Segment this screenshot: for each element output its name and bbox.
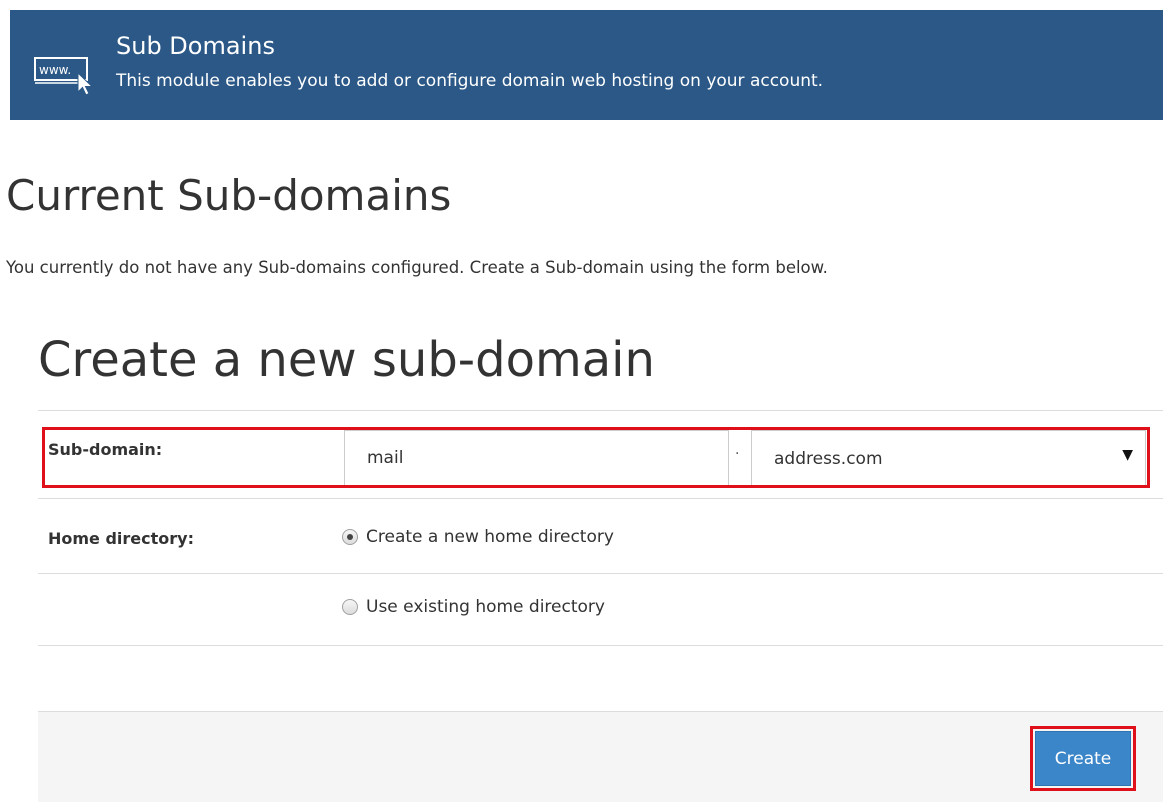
home-directory-label: Home directory: [48,529,194,548]
current-subdomains-heading: Current Sub-domains [6,171,452,220]
radio-button-checked[interactable] [342,529,358,545]
radio-use-existing-home[interactable]: Use existing home directory [342,597,605,617]
row-divider [38,410,1163,411]
row-divider [38,498,1163,499]
module-header: www. Sub Domains This module enables you… [10,10,1163,120]
create-button[interactable]: Create [1035,731,1131,786]
subdomain-label: Sub-domain: [48,440,163,459]
domain-select-value: address.com [774,449,883,469]
empty-subdomains-message: You currently do not have any Sub-domain… [6,258,828,277]
row-divider [38,573,1163,574]
form-actions-bar [38,711,1163,802]
radio-label-use-existing: Use existing home directory [366,597,605,617]
radio-button-unchecked[interactable] [342,599,358,615]
radio-label-create-new: Create a new home directory [366,527,614,547]
radio-create-new-home[interactable]: Create a new home directory [342,527,614,547]
www-icon-text: www. [39,63,71,77]
module-title: Sub Domains [116,32,275,60]
dropdown-arrow-icon: ▼ [1122,447,1133,463]
www-cursor-icon: www. [34,57,94,96]
domain-separator: . [735,442,740,458]
create-subdomain-heading: Create a new sub-domain [38,332,655,388]
row-divider [38,645,1163,646]
domain-select[interactable]: address.com ▼ [751,430,1146,486]
subdomain-input[interactable] [344,430,729,486]
module-description: This module enables you to add or config… [116,71,824,91]
